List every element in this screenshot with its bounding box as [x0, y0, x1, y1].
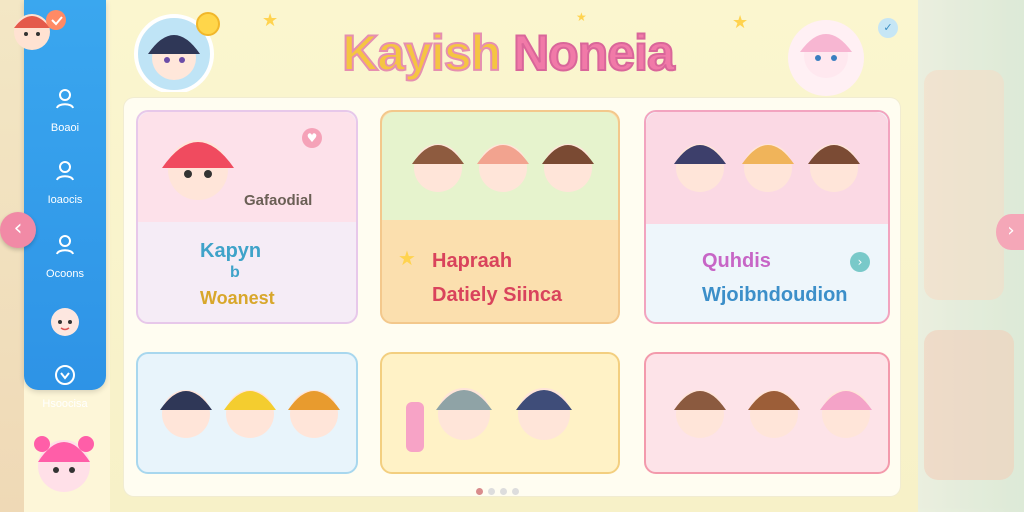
sidebar-item-character[interactable] — [24, 306, 106, 344]
character-avatar — [788, 20, 864, 96]
heart-icon — [55, 365, 75, 385]
sidebar-item-label: Ocoons — [46, 268, 84, 280]
sidebar-item-label: Ioaocis — [47, 194, 83, 206]
character-group-illustration — [412, 144, 594, 192]
sidebar-item-boaoi[interactable]: Boaoi — [24, 88, 106, 135]
character-card[interactable]: ♥ Gafaodial Kapyn b Woanest — [136, 110, 358, 324]
star-icon: ★ — [576, 10, 587, 24]
background-right — [918, 0, 1024, 512]
character-group-illustration — [674, 390, 872, 438]
background-left — [0, 0, 24, 512]
sidebar-item-hsoocisa[interactable]: Hsoocisa — [24, 364, 106, 411]
character-card[interactable]: Hapraah Datiely Siinca ★ — [380, 110, 620, 324]
heart-icon: ♥ — [302, 128, 322, 148]
chevron-right-icon[interactable]: › — [850, 252, 870, 272]
card-header: ♥ Gafaodial — [138, 112, 356, 222]
page-dot[interactable] — [500, 488, 507, 495]
page-dot[interactable] — [512, 488, 519, 495]
page-dot[interactable] — [476, 488, 483, 495]
character-face-icon — [51, 308, 79, 336]
sidebar-item-label: Hsoocisa — [42, 398, 88, 410]
character-card[interactable] — [380, 352, 620, 474]
character-avatar — [34, 436, 94, 492]
character-group-illustration — [674, 144, 860, 192]
character-illustration — [162, 140, 234, 200]
star-icon: ★ — [732, 12, 749, 33]
page-dot[interactable] — [488, 488, 495, 495]
person-icon — [56, 89, 74, 109]
smiley-icon — [196, 12, 220, 36]
next-arrow-button[interactable]: › — [996, 214, 1024, 250]
star-icon: ★ — [262, 10, 279, 31]
previous-arrow-button[interactable]: ‹ — [0, 212, 36, 248]
star-icon: ★ — [398, 246, 416, 270]
card-header — [646, 112, 888, 224]
gallery-panel: ♥ Gafaodial Kapyn b Woanest Hapraah Dati… — [124, 98, 900, 496]
character-card[interactable] — [644, 352, 890, 474]
character-group-illustration — [406, 388, 572, 452]
sidebar: Boaoi Ioaocis Ocoons Hsoocisa — [24, 0, 106, 410]
pagination-dots — [476, 480, 536, 495]
person-icon — [56, 161, 74, 181]
page-title: Kayish Noneia — [341, 24, 676, 82]
sidebar-item-ioaocis[interactable]: Ioaocis — [24, 160, 106, 207]
sidebar-item-label: Boaoi — [50, 122, 80, 134]
character-card[interactable]: Quhdis Wjoibndoudion › — [644, 110, 890, 324]
person-icon — [56, 235, 74, 255]
card-header — [382, 112, 618, 220]
character-group-illustration — [160, 390, 340, 438]
check-icon[interactable]: ✓ — [878, 18, 898, 38]
character-avatar — [14, 10, 66, 50]
character-card[interactable] — [136, 352, 358, 474]
sidebar-item-ocoons[interactable]: Ocoons — [24, 234, 106, 281]
